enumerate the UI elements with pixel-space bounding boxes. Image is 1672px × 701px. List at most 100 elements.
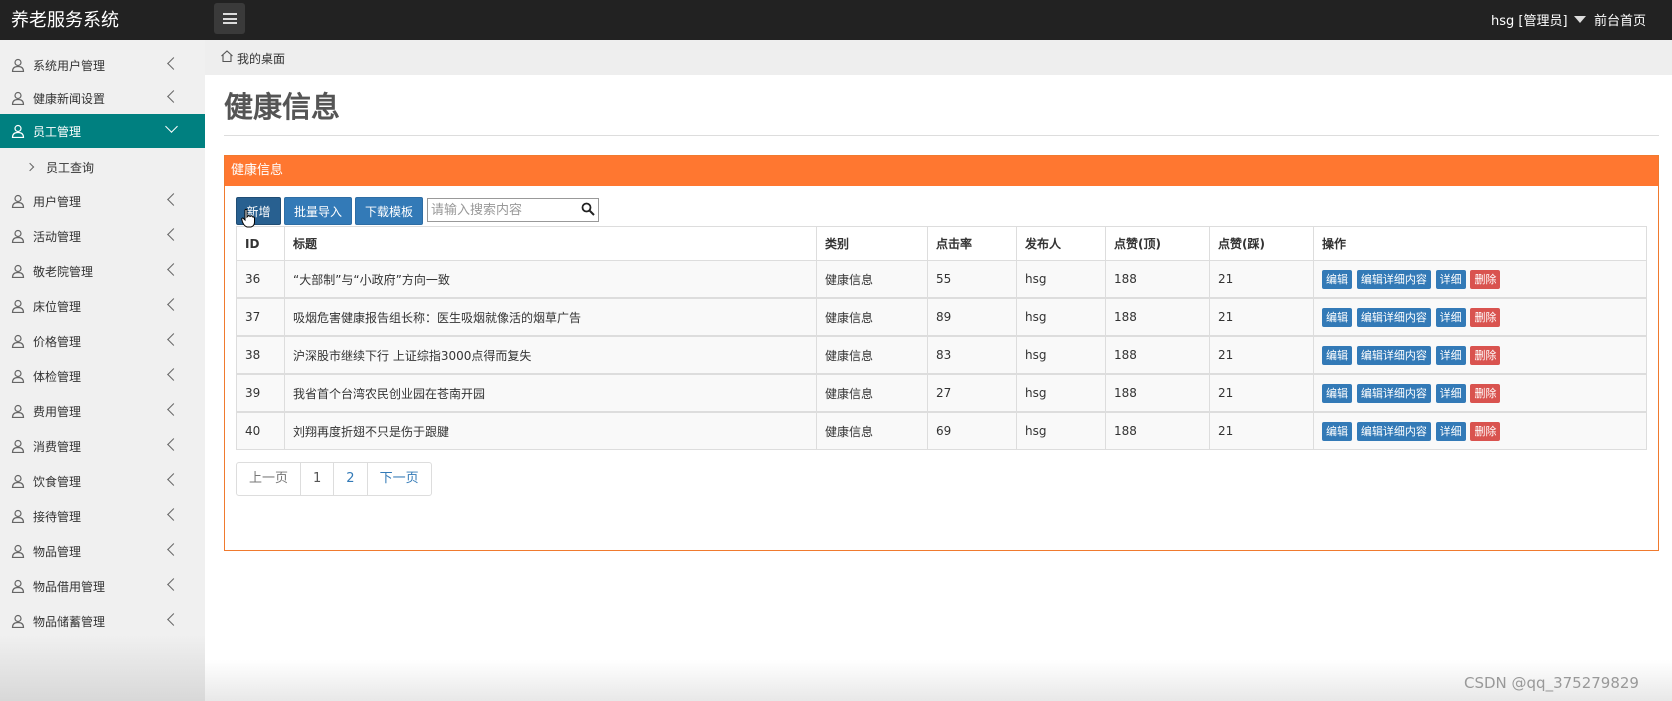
edit-button[interactable]: 编辑 — [1322, 269, 1352, 289]
cell-id: 37 — [236, 297, 285, 337]
user-icon — [11, 509, 25, 523]
sidebar-item-goods[interactable]: 物品管理 — [0, 534, 205, 568]
cell-id: 39 — [236, 373, 285, 413]
delete-button[interactable]: 删除 — [1470, 307, 1501, 327]
user-menu[interactable]: hsg [管理员] — [1491, 10, 1586, 29]
cell-title: 刘翔再度折翅不只是伤于跟腱 — [284, 411, 817, 450]
sidebar-item-label: 接待管理 — [33, 509, 82, 524]
user-icon — [11, 404, 25, 418]
next-page-button[interactable]: 下一页 — [368, 463, 431, 495]
user-icon — [11, 439, 25, 453]
cell-dislikes: 21 — [1209, 373, 1314, 413]
sidebar-item-goods-storage[interactable]: 物品储蓄管理 — [0, 604, 205, 638]
cell-id: 36 — [236, 260, 285, 299]
frontend-home-link[interactable]: 前台首页 — [1594, 10, 1646, 29]
cell-id: 40 — [236, 411, 285, 450]
bottom-shadow — [205, 660, 1672, 701]
sidebar-item-nursing-home[interactable]: 敬老院管理 — [0, 254, 205, 288]
sidebar-item-system-users[interactable]: 系统用户管理 — [0, 48, 205, 82]
sidebar-item-staff[interactable]: 员工管理 — [0, 114, 205, 148]
edit-detail-button[interactable]: 编辑详细内容 — [1356, 307, 1431, 327]
page-2-button[interactable]: 2 — [334, 463, 368, 495]
chevron-left-icon — [167, 438, 180, 451]
detail-button[interactable]: 详细 — [1435, 345, 1466, 365]
sidebar-item-goods-borrow[interactable]: 物品借用管理 — [0, 569, 205, 603]
home-icon — [221, 50, 233, 63]
column-header-category: 类别 — [816, 226, 928, 261]
cell-likes: 188 — [1105, 335, 1210, 375]
edit-detail-button[interactable]: 编辑详细内容 — [1356, 383, 1431, 403]
menu-toggle-button[interactable] — [214, 3, 245, 34]
cell-likes: 188 — [1105, 260, 1210, 299]
edit-detail-button[interactable]: 编辑详细内容 — [1356, 421, 1431, 441]
cell-category: 健康信息 — [816, 411, 928, 450]
cell-clicks: 55 — [927, 260, 1017, 299]
sidebar-item-users[interactable]: 用户管理 — [0, 184, 205, 218]
sidebar-item-reception[interactable]: 接待管理 — [0, 499, 205, 533]
divider — [224, 135, 1659, 136]
chevron-right-icon — [25, 162, 35, 172]
cell-dislikes: 21 — [1209, 297, 1314, 337]
download-template-button[interactable]: 下载模板 — [355, 197, 423, 225]
edit-detail-button[interactable]: 编辑详细内容 — [1356, 269, 1431, 289]
column-header-actions: 操作 — [1313, 226, 1647, 261]
hand-cursor-icon — [241, 208, 255, 228]
sidebar-item-label: 价格管理 — [33, 334, 82, 349]
detail-button[interactable]: 详细 — [1435, 383, 1466, 403]
chevron-left-icon — [167, 613, 180, 626]
sidebar-item-label: 用户管理 — [33, 194, 82, 209]
delete-button[interactable]: 删除 — [1470, 421, 1501, 441]
delete-button[interactable]: 删除 — [1470, 383, 1501, 403]
delete-button[interactable]: 删除 — [1470, 269, 1501, 289]
edit-button[interactable]: 编辑 — [1322, 383, 1352, 403]
panel-title: 健康信息 — [225, 156, 1658, 186]
cell-category: 健康信息 — [816, 373, 928, 413]
sidebar-item-checkups[interactable]: 体检管理 — [0, 359, 205, 393]
page-title: 健康信息 — [224, 90, 341, 124]
sidebar-item-prices[interactable]: 价格管理 — [0, 324, 205, 358]
sidebar-item-activities[interactable]: 活动管理 — [0, 219, 205, 253]
user-icon — [11, 579, 25, 593]
cell-id: 38 — [236, 335, 285, 375]
search-icon[interactable] — [581, 202, 595, 216]
sidebar-item-fees[interactable]: 费用管理 — [0, 394, 205, 428]
detail-button[interactable]: 详细 — [1435, 307, 1466, 327]
edit-detail-button[interactable]: 编辑详细内容 — [1356, 345, 1431, 365]
chevron-left-icon — [167, 193, 180, 206]
batch-import-button[interactable]: 批量导入 — [284, 197, 352, 225]
edit-button[interactable]: 编辑 — [1322, 307, 1352, 327]
detail-button[interactable]: 详细 — [1435, 269, 1466, 289]
sidebar-item-label: 物品借用管理 — [33, 579, 106, 594]
cell-publisher: hsg — [1016, 297, 1106, 337]
table-row: 39 我省首个台湾农民创业园在苍南开园 健康信息 27 hsg 188 21 编… — [236, 373, 1647, 413]
sidebar-item-label: 系统用户管理 — [33, 58, 106, 73]
edit-button[interactable]: 编辑 — [1322, 421, 1352, 441]
chevron-left-icon — [167, 90, 180, 103]
delete-button[interactable]: 删除 — [1470, 345, 1501, 365]
chevron-left-icon — [167, 543, 180, 556]
detail-button[interactable]: 详细 — [1435, 421, 1466, 441]
user-icon — [11, 264, 25, 278]
cell-category: 健康信息 — [816, 260, 928, 299]
sidebar-subitem-staff-query[interactable]: 员工查询 — [0, 150, 205, 184]
cell-actions: 编辑 编辑详细内容 详细 删除 — [1313, 297, 1647, 337]
cell-likes: 188 — [1105, 297, 1210, 337]
search-field — [427, 198, 599, 222]
sidebar-item-beds[interactable]: 床位管理 — [0, 289, 205, 323]
table-row: 40 刘翔再度折翅不只是伤于跟腱 健康信息 69 hsg 188 21 编辑 编… — [236, 411, 1647, 450]
prev-page-button[interactable]: 上一页 — [237, 463, 302, 495]
sidebar-item-label: 活动管理 — [33, 229, 82, 244]
sidebar-item-label: 费用管理 — [33, 404, 82, 419]
edit-button[interactable]: 编辑 — [1322, 345, 1352, 365]
cell-category: 健康信息 — [816, 335, 928, 375]
sidebar-item-diet[interactable]: 饮食管理 — [0, 464, 205, 498]
breadcrumb-item-desktop[interactable]: 我的桌面 — [237, 50, 285, 67]
user-icon — [11, 58, 25, 72]
search-input[interactable] — [428, 199, 580, 221]
watermark: CSDN @qq_375279829 — [1464, 674, 1639, 692]
page-1-button[interactable]: 1 — [301, 463, 335, 495]
sidebar-item-health-news[interactable]: 健康新闻设置 — [0, 81, 205, 115]
cell-actions: 编辑 编辑详细内容 详细 删除 — [1313, 335, 1647, 375]
sidebar-item-consumption[interactable]: 消费管理 — [0, 429, 205, 463]
chevron-left-icon — [167, 298, 180, 311]
